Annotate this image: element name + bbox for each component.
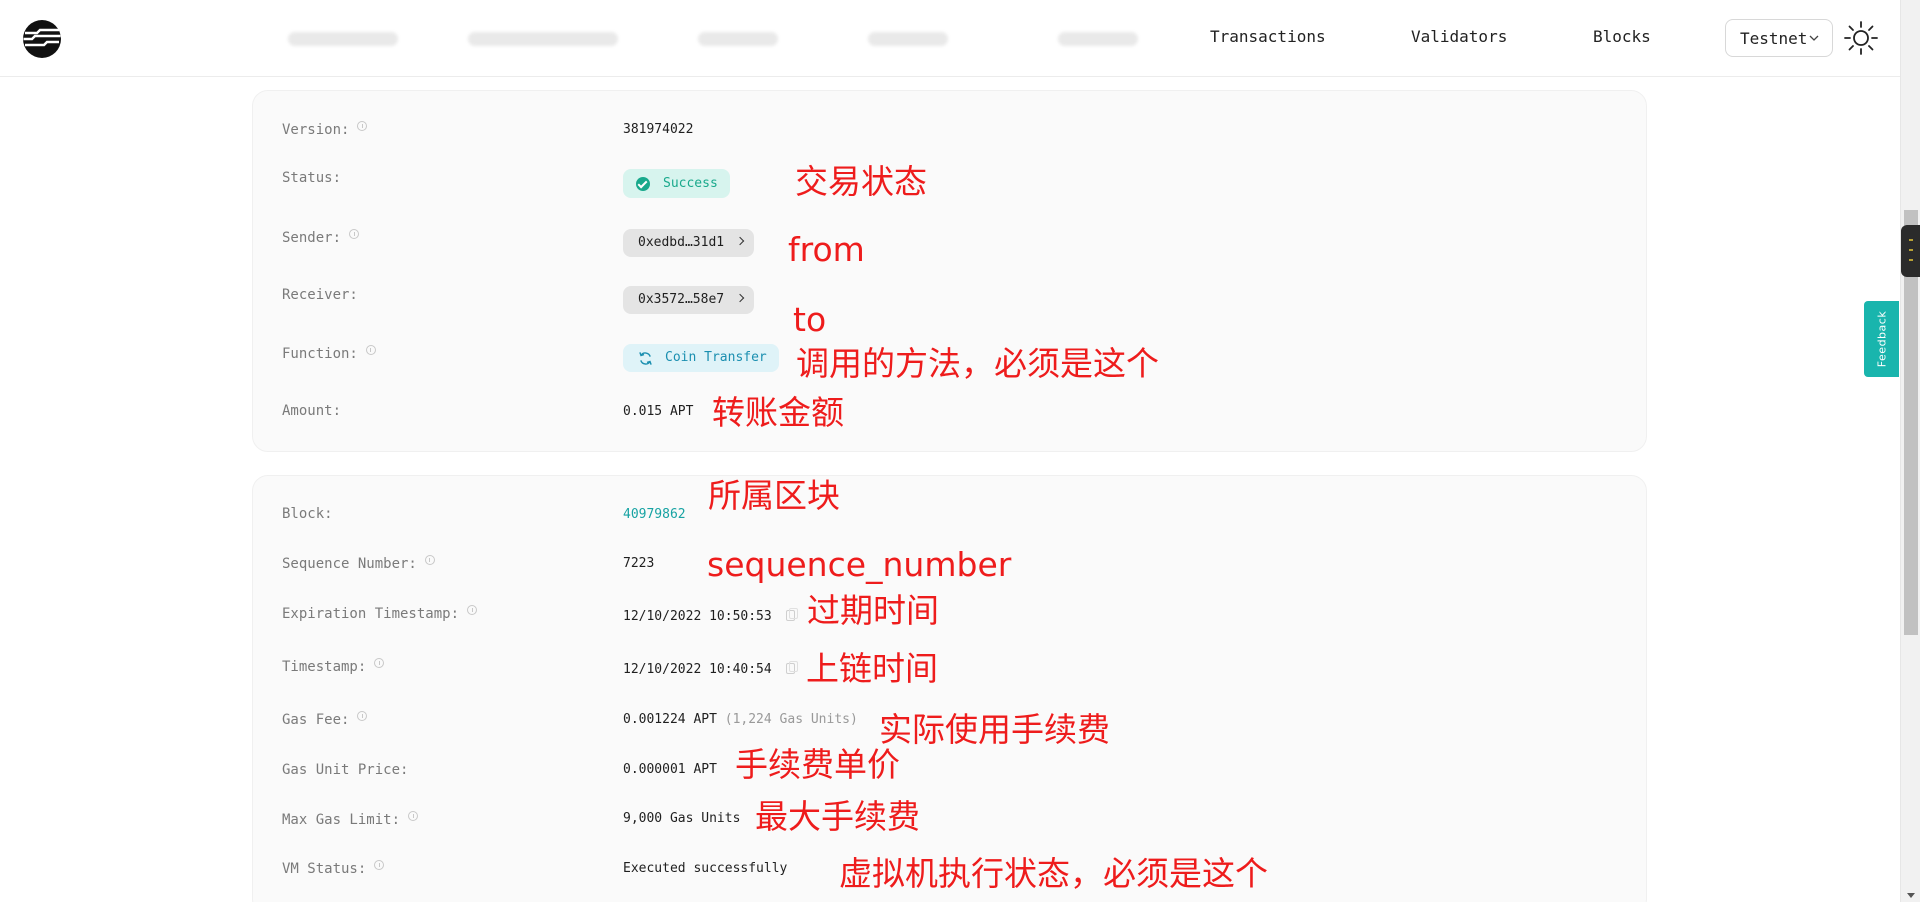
block-link[interactable]: 40979862: [623, 507, 686, 522]
network-select-value: Testnet: [1740, 29, 1808, 48]
timestamp-value: 12/10/2022 10:40:54: [623, 661, 798, 677]
annotation-block: 所属区块: [708, 476, 840, 515]
vm-status-value: Executed successfully: [623, 861, 788, 876]
sender-address-pill[interactable]: 0xedbd…31d1: [623, 229, 755, 257]
gas-fee-value: 0.001224 APT (1,224 Gas Units): [623, 712, 858, 727]
annotation-amount: 转账金额: [712, 393, 844, 432]
info-icon[interactable]: [365, 345, 376, 355]
block-label: Block:: [282, 506, 333, 522]
sequence-number-label: Sequence Number:: [282, 555, 435, 572]
nav-transactions[interactable]: Transactions: [1210, 27, 1326, 46]
info-icon[interactable]: [374, 658, 385, 668]
amount-label: Amount:: [282, 403, 342, 419]
sequence-number-value: 7223: [623, 556, 655, 571]
chevron-down-icon: [1809, 35, 1819, 41]
sender-label: Sender:: [282, 229, 360, 246]
max-gas-limit-label: Max Gas Limit:: [282, 811, 419, 828]
info-icon[interactable]: [349, 229, 360, 239]
transaction-details-card: [252, 475, 1647, 902]
status-badge-text: Success: [663, 176, 718, 191]
annotation-sequence-number: sequence_number: [707, 545, 1012, 584]
chevron-right-icon: [735, 293, 745, 303]
status-label: Status:: [282, 170, 342, 186]
gas-unit-price-value: 0.000001 APT: [623, 762, 717, 777]
info-icon[interactable]: [357, 121, 368, 131]
receiver-label: Receiver:: [282, 287, 358, 303]
scroll-down-arrow-icon[interactable]: [1907, 893, 1915, 898]
extension-widget[interactable]: [1901, 225, 1920, 277]
max-gas-limit-value: 9,000 Gas Units: [623, 811, 741, 826]
aptos-logo-icon[interactable]: [22, 19, 62, 59]
info-icon[interactable]: [408, 811, 419, 821]
info-icon[interactable]: [467, 605, 478, 615]
sender-address: 0xedbd…31d1: [638, 235, 725, 250]
annotation-vm-status: 虚拟机执行状态，必须是这个: [839, 854, 1268, 893]
nav-blocks[interactable]: Blocks: [1593, 27, 1651, 46]
amount-value: 0.015 APT: [623, 404, 694, 419]
info-icon[interactable]: [424, 555, 435, 565]
info-icon[interactable]: [374, 860, 385, 870]
status-badge: Success: [623, 169, 730, 198]
sun-icon[interactable]: [1843, 20, 1879, 56]
annotation-gas-unit-price: 手续费单价: [735, 745, 900, 784]
feedback-label: Feedback: [1875, 310, 1888, 368]
chevron-right-icon: [735, 236, 745, 246]
annotation-gas-fee: 实际使用手续费: [879, 710, 1110, 749]
top-nav: Transactions Validators Blocks Testnet: [0, 0, 1900, 77]
page-scrollbar[interactable]: [1900, 0, 1920, 902]
timestamp-label: Timestamp:: [282, 658, 385, 675]
copy-icon[interactable]: [785, 661, 798, 674]
check-circle-icon: [636, 177, 650, 191]
expiration-timestamp-value: 12/10/2022 10:50:53: [623, 608, 798, 624]
expiration-timestamp-label: Expiration Timestamp:: [282, 605, 478, 622]
feedback-tab[interactable]: Feedback: [1864, 301, 1899, 377]
gas-fee-label: Gas Fee:: [282, 711, 368, 728]
function-name: Coin Transfer: [665, 350, 767, 365]
annotation-status: 交易状态: [795, 162, 927, 201]
copy-icon[interactable]: [785, 608, 798, 621]
info-icon[interactable]: [357, 711, 368, 721]
vm-status-label: VM Status:: [282, 860, 385, 877]
receiver-address: 0x3572…58e7: [638, 292, 725, 307]
version-label: Version:: [282, 121, 368, 138]
nav-validators[interactable]: Validators: [1411, 27, 1507, 46]
annotation-function: 调用的方法，必须是这个: [796, 344, 1159, 383]
network-select[interactable]: Testnet: [1725, 19, 1833, 57]
annotation-receiver: to: [793, 300, 827, 339]
receiver-address-pill[interactable]: 0x3572…58e7: [623, 286, 755, 314]
annotation-expiration: 过期时间: [807, 591, 939, 630]
function-label: Function:: [282, 345, 376, 362]
function-pill[interactable]: Coin Transfer: [623, 344, 779, 372]
gas-units-used: (1,224 Gas Units): [724, 712, 858, 727]
annotation-max-gas-limit: 最大手续费: [755, 797, 920, 836]
version-value: 381974022: [623, 122, 694, 137]
blurred-tab-strip: [258, 20, 1158, 58]
transaction-summary-card: [252, 90, 1647, 452]
annotation-sender: from: [788, 230, 865, 269]
swap-arrows-icon: [639, 352, 652, 365]
gas-unit-price-label: Gas Unit Price:: [282, 762, 409, 778]
annotation-timestamp: 上链时间: [806, 649, 938, 688]
